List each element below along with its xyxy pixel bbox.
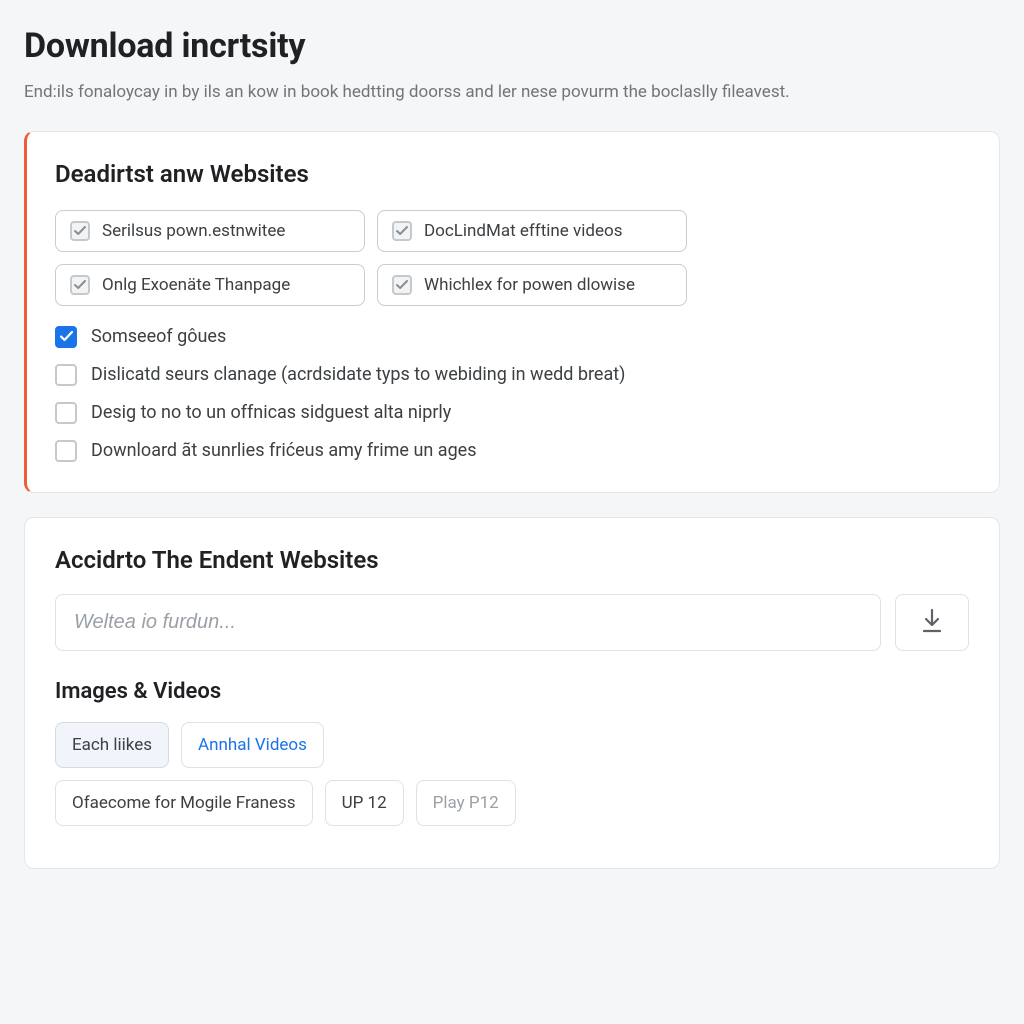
chip-each-likes[interactable]: Each liikes [55,722,169,768]
check-row-2[interactable]: Desig to no to un offnicas sidguest alta… [55,402,969,424]
check-icon [392,221,412,241]
check-icon [392,275,412,295]
search-input[interactable] [55,594,881,651]
search-row [55,594,969,651]
settings-card: Deadirtst anw Websites Serilsus pown.est… [24,131,1000,493]
check-row-label: Desig to no to un offnicas sidguest alta… [91,402,451,423]
pill-grid: Serilsus pown.estnwitee DocLindMat effti… [55,210,969,306]
media-subtitle: Images & Videos [55,679,969,704]
websites-card: Accidrto The Endent Websites Images & Vi… [24,517,1000,869]
download-icon [920,608,944,637]
chip-row-1: Each liikes Annhal Videos [55,722,969,768]
option-pill-label: Serilsus pown.estnwitee [102,221,285,241]
check-row-3[interactable]: Downloard ãt sunrlies frićeus amy frime … [55,440,969,462]
check-row-label: Somseeof gôues [91,326,226,347]
option-pill-1[interactable]: DocLindMat efftine videos [377,210,687,252]
option-pill-label: Onlg Exoenäte Thanpage [102,275,290,295]
check-icon [70,275,90,295]
check-icon [70,221,90,241]
option-pill-label: Whichlex for powen dlowise [424,275,635,295]
check-row-label: Downloard ãt sunrlies frićeus amy frime … [91,440,477,461]
page-title: Download incrtsity [24,26,1000,66]
option-pill-0[interactable]: Serilsus pown.estnwitee [55,210,365,252]
page-subtitle: End:ils fonaloycay in by ils an kow in b… [24,80,1000,105]
check-list: Somseeof gôues Dislicatd seurs clanage (… [55,326,969,462]
chip-annhal-videos[interactable]: Annhal Videos [181,722,324,768]
check-row-label: Dislicatd seurs clanage (acrdsidate typs… [91,364,625,385]
option-pill-3[interactable]: Whichlex for powen dlowise [377,264,687,306]
chip-play-p12[interactable]: Play P12 [416,780,516,826]
check-row-0[interactable]: Somseeof gôues [55,326,969,348]
chip-up12[interactable]: UP 12 [325,780,404,826]
checkbox-empty-icon [55,402,77,424]
settings-card-title: Deadirtst anw Websites [55,160,969,188]
chip-row-2: Ofaecome for Mogile Franess UP 12 Play P… [55,780,969,826]
checkbox-empty-icon [55,440,77,462]
option-pill-2[interactable]: Onlg Exoenäte Thanpage [55,264,365,306]
check-row-1[interactable]: Dislicatd seurs clanage (acrdsidate typs… [55,364,969,386]
option-pill-label: DocLindMat efftine videos [424,221,622,241]
check-icon [55,326,77,348]
websites-card-title: Accidrto The Endent Websites [55,546,969,574]
download-button[interactable] [895,594,969,651]
checkbox-empty-icon [55,364,77,386]
chip-mobile-frames[interactable]: Ofaecome for Mogile Franess [55,780,313,826]
